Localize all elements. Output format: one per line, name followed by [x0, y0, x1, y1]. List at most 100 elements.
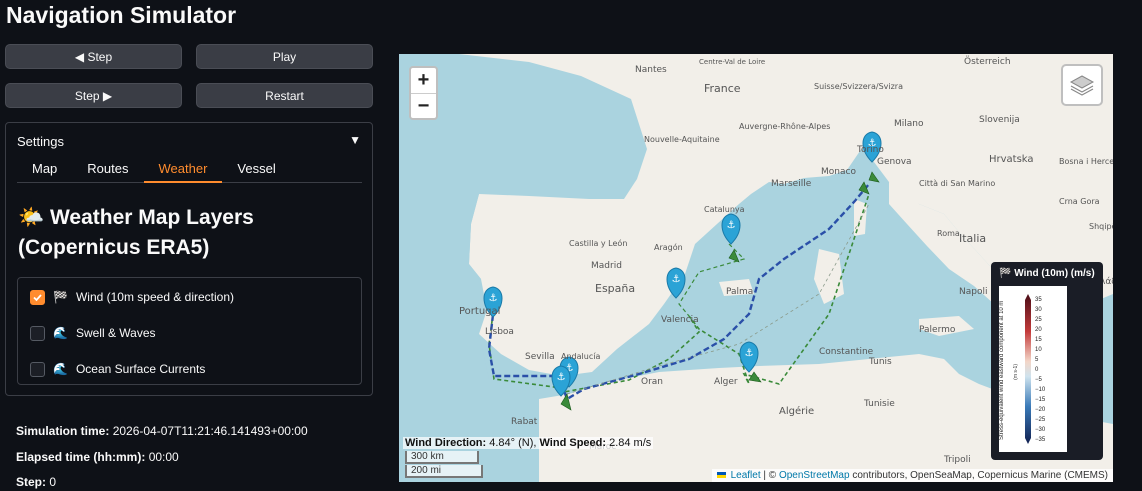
legend-title: 🏁 Wind (10m) (m/s) [999, 268, 1095, 279]
map-label: Tunis [868, 357, 892, 367]
map-label: Sevilla [525, 352, 555, 362]
map-attribution: Leaflet | © OpenStreetMap contributors, … [711, 469, 1113, 482]
restart-button[interactable]: Restart [196, 83, 373, 108]
wave-icon: 🌊 [53, 326, 68, 340]
map-label: Shqipëri [1089, 222, 1113, 231]
map-label: Andalucía [561, 352, 600, 361]
wind-checkbox[interactable] [30, 289, 45, 305]
map-label: Hrvatska [989, 154, 1034, 165]
map-label: Nouvelle-Aquitaine [644, 135, 720, 144]
map-label: Lisboa [485, 327, 514, 337]
step-forward-button[interactable]: Step ▶ [5, 83, 182, 108]
map-label: Centre-Val de Loire [699, 58, 765, 66]
layer-label: Swell & Waves [75, 326, 156, 340]
step-back-button[interactable]: ◀ Step [5, 44, 182, 69]
legend-tick: 30 [1035, 307, 1042, 313]
map-label: España [595, 282, 635, 295]
map-label: Catalunya [704, 205, 745, 214]
layers-icon [1069, 75, 1095, 96]
step-value: 0 [49, 475, 57, 489]
leaflet-flag-icon [716, 472, 726, 479]
map-label: Palermo [919, 325, 956, 335]
legend-tick: −10 [1035, 387, 1046, 393]
wind-speed-value: 2.84 m/s [609, 437, 652, 449]
elapsed-value: 00:00 [148, 450, 179, 464]
wind-readout: Wind Direction: 4.84° (N), Wind Speed: 2… [403, 437, 654, 449]
legend-axis-label: Stress-equivalent wind eastward componen… [999, 300, 1005, 440]
step-label: Step: [16, 475, 46, 489]
wind-direction-value: 4.84° (N) [489, 437, 534, 449]
layer-swell-toggle[interactable]: 🌊 Swell & Waves [30, 324, 156, 342]
simulation-time: Simulation time: 2026-04-07T11:21:46.141… [16, 424, 308, 438]
elapsed-time: Elapsed time (hh:mm): 00:00 [16, 450, 179, 464]
flag-icon: 🏁 [53, 290, 68, 304]
layer-currents-toggle[interactable]: 🌊 Ocean Surface Currents [30, 360, 205, 378]
scale-bar-mi: 200 mi [405, 465, 483, 478]
map-label: Tripoli [943, 455, 971, 465]
wave-icon: 🌊 [53, 362, 68, 376]
tab-vessel[interactable]: Vessel [222, 159, 290, 183]
tab-weather[interactable]: Weather [143, 159, 223, 183]
settings-panel: Settings ▼ Map Routes Weather Vessel 🌤️ … [5, 122, 373, 396]
svg-text:⚓: ⚓ [727, 220, 736, 231]
legend-unit: (m s-1) [1013, 364, 1019, 380]
legend-tick: −20 [1035, 407, 1046, 413]
settings-tabs: Map Routes Weather Vessel [17, 159, 362, 183]
currents-checkbox[interactable] [30, 361, 45, 377]
map-label: Palma [726, 287, 753, 297]
zoom-control: + − [409, 66, 438, 120]
attribution-copyright: © [768, 470, 779, 481]
map-label: Monaco [821, 167, 856, 177]
legend-colorbar [1025, 294, 1031, 444]
wind-direction-label: Wind Direction: [405, 437, 487, 449]
weather-layers-group: 🏁 Wind (10m speed & direction) 🌊 Swell &… [17, 277, 362, 385]
map-label: Nantes [635, 65, 667, 75]
map-label: Slovenija [979, 115, 1020, 125]
map-label: Alger [714, 377, 738, 387]
legend-tick: 20 [1035, 327, 1042, 333]
sim-time-value: 2026-04-07T11:21:46.141493+00:00 [112, 424, 308, 438]
legend-tick: −35 [1035, 437, 1046, 443]
map-label: Madrid [591, 261, 622, 271]
swell-checkbox[interactable] [30, 325, 45, 341]
map-view[interactable]: ⚓ ⚓ ⚓ ⚓ ⚓ ⚓ ⚓ Nantes France Centre-Val d… [399, 54, 1113, 482]
osm-link[interactable]: OpenStreetMap [779, 470, 850, 481]
legend-tick: 25 [1035, 317, 1042, 323]
legend-tick: −5 [1035, 377, 1042, 383]
wind-speed-label: Wind Speed: [539, 437, 607, 449]
zoom-in-button[interactable]: + [411, 68, 436, 93]
legend-tick: 10 [1035, 347, 1042, 353]
play-button[interactable]: Play [196, 44, 373, 69]
app-title: Navigation Simulator [6, 2, 237, 28]
attribution-text: contributors, OpenSeaMap, Copernicus Mar… [852, 470, 1108, 481]
map-label: Genova [877, 157, 912, 167]
step-counter: Step: 0 [16, 475, 56, 489]
tab-routes[interactable]: Routes [72, 159, 143, 183]
map-label: Crna Gora [1059, 197, 1100, 206]
layer-wind-toggle[interactable]: 🏁 Wind (10m speed & direction) [30, 288, 234, 306]
layer-label: Ocean Surface Currents [75, 362, 206, 376]
settings-header[interactable]: Settings [17, 134, 64, 149]
sim-time-label: Simulation time: [16, 424, 110, 438]
svg-text:⚓: ⚓ [672, 274, 681, 285]
map-label: Milano [894, 119, 924, 129]
section-title: 🌤️ Weather Map Layers (Copernicus ERA5) [18, 206, 254, 259]
svg-text:⚓: ⚓ [489, 293, 498, 304]
port-marker-barcelona: ⚓ [721, 213, 741, 245]
map-label: Castilla y León [569, 238, 627, 248]
map-label: Torino [856, 145, 884, 155]
wind-legend: 🏁 Wind (10m) (m/s) Stress-equivalent win… [991, 262, 1103, 460]
elapsed-label: Elapsed time (hh:mm): [16, 450, 146, 464]
layers-button[interactable] [1061, 64, 1103, 106]
leaflet-link[interactable]: Leaflet [731, 470, 761, 481]
legend-tick: 5 [1035, 357, 1039, 363]
zoom-out-button[interactable]: − [411, 93, 436, 118]
map-label: Valencia [661, 315, 699, 325]
chevron-down-icon[interactable]: ▼ [349, 133, 361, 147]
land-sardinia [814, 249, 844, 304]
svg-text:⚓: ⚓ [745, 348, 754, 359]
map-label: Oran [641, 377, 663, 387]
legend-ticks: 35 30 25 20 15 10 5 0 −5 −10 −15 −20 −25… [1035, 294, 1063, 444]
map-label: Algérie [779, 405, 814, 417]
tab-map[interactable]: Map [17, 159, 72, 183]
